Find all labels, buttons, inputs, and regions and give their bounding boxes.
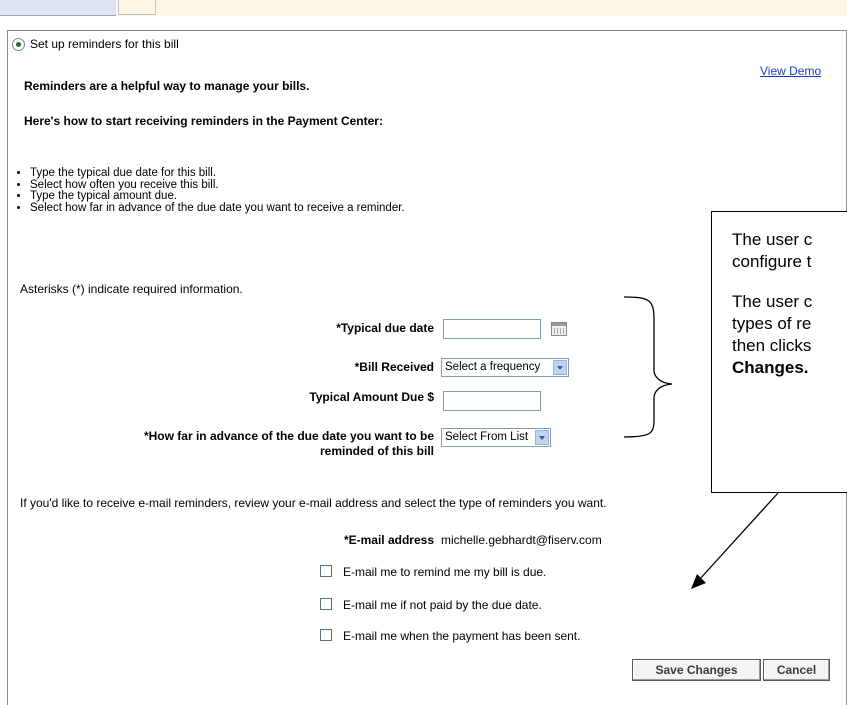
callout-line: then clicks [732, 336, 812, 355]
callout-arrow-line [698, 492, 779, 581]
callout-line: configure t [732, 252, 812, 271]
callout-line: types of re [732, 314, 812, 333]
callout-line: The user c [732, 230, 813, 249]
callout-line: The user c [732, 292, 813, 311]
brace-annotation [623, 296, 673, 438]
arrow-head-icon [691, 574, 706, 589]
callout-line: Changes. [732, 358, 809, 377]
callout-box: The user c configure t The user c types … [711, 211, 847, 493]
